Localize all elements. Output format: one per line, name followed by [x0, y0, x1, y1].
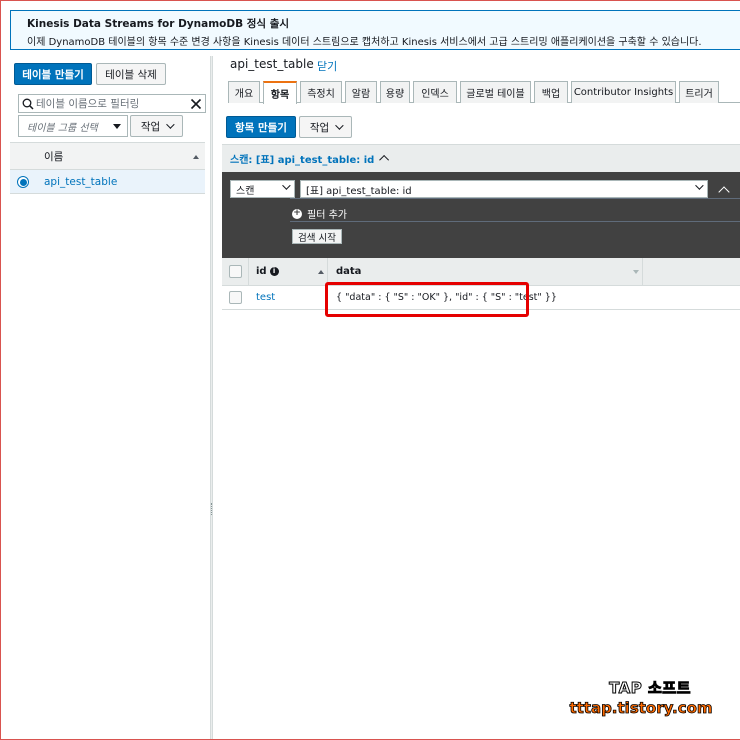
tab-items[interactable]: 항목	[263, 81, 297, 104]
caret-down-icon	[113, 124, 121, 129]
watermark: TAP 소프트 tttap.tistory.com	[561, 677, 721, 718]
table-filter-input[interactable]	[34, 97, 190, 110]
column-id-label: id	[256, 266, 267, 277]
table-list-panel: 테이블 만들기 테이블 삭제 테이블 그룹 선택 작업 이름	[10, 56, 206, 739]
tab-capacity[interactable]: 용량	[380, 81, 410, 103]
scan-query-panel: 스캔 [표] api_test_table: id + 필터 추가 검색 시작	[222, 172, 740, 258]
banner-title: Kinesis Data Streams for DynamoDB 정식 출시	[27, 18, 290, 30]
announcement-banner: Kinesis Data Streams for DynamoDB 정식 출시 …	[10, 10, 740, 50]
row-checkbox[interactable]	[229, 291, 242, 304]
tab-backups[interactable]: 백업	[534, 81, 568, 103]
scan-mode-value: 스캔	[236, 185, 255, 197]
tab-indexes[interactable]: 인덱스	[413, 81, 457, 103]
scan-target-select[interactable]: [표] api_test_table: id	[300, 180, 708, 198]
app-frame: Kinesis Data Streams for DynamoDB 정식 출시 …	[0, 0, 740, 740]
watermark-line1: TAP 소프트	[609, 679, 691, 698]
resize-grip-icon	[211, 503, 213, 515]
highlight-box	[325, 282, 529, 317]
column-separator	[248, 258, 249, 285]
column-separator	[642, 258, 643, 285]
item-actions-label: 작업	[309, 121, 330, 134]
info-icon[interactable]: i	[269, 266, 279, 276]
left-actions-button[interactable]: 작업	[130, 115, 183, 137]
chevron-down-icon	[282, 181, 291, 190]
panel-divider	[290, 198, 740, 199]
select-all-checkbox[interactable]	[229, 265, 242, 278]
selected-table-title: api_test_table	[230, 57, 314, 71]
add-filter-label: 필터 추가	[307, 210, 347, 221]
chevron-up-icon	[379, 154, 390, 165]
plus-circle-icon: +	[292, 208, 302, 219]
table-list-header[interactable]: 이름	[10, 142, 205, 170]
detail-tabs: 개요 항목 측정치 알람 용량 인덱스 글로벌 테이블 백업 Contribut…	[228, 81, 740, 104]
table-select-radio[interactable]	[17, 176, 29, 188]
tab-alarms[interactable]: 알람	[345, 81, 377, 103]
table-list-item-name: api_test_table	[44, 175, 118, 188]
item-id-link[interactable]: test	[256, 292, 275, 303]
column-id-header[interactable]: id i	[256, 266, 279, 277]
add-filter-link[interactable]: + 필터 추가	[292, 206, 347, 221]
chevron-down-icon	[166, 120, 175, 129]
chevron-down-icon	[335, 121, 344, 130]
scan-section-header[interactable]: 스캔: [표] api_test_table: id	[222, 144, 740, 172]
table-group-select-label: 테이블 그룹 선택	[27, 122, 98, 134]
sort-desc-icon	[633, 270, 639, 274]
column-name-header: 이름	[44, 150, 64, 163]
clear-icon[interactable]	[190, 98, 202, 110]
table-filter-box	[18, 94, 206, 113]
tab-contributor-insights[interactable]: Contributor Insights	[571, 81, 676, 103]
tab-metrics[interactable]: 측정치	[300, 81, 342, 103]
close-link[interactable]: 닫기	[317, 58, 337, 74]
start-search-button[interactable]: 검색 시작	[292, 229, 342, 244]
column-data-header[interactable]: data	[336, 266, 361, 277]
item-actions-button[interactable]: 작업	[299, 116, 352, 138]
collapse-chevron-icon[interactable]	[718, 186, 730, 198]
panel-divider	[290, 221, 740, 222]
delete-table-button[interactable]: 테이블 삭제	[96, 63, 166, 85]
search-icon	[22, 98, 34, 110]
table-list: 이름 api_test_table	[10, 142, 205, 194]
tab-overview[interactable]: 개요	[228, 81, 260, 103]
watermark-line2: tttap.tistory.com	[569, 699, 713, 718]
scan-target-value: [표] api_test_table: id	[306, 185, 412, 197]
tab-triggers[interactable]: 트리거	[679, 81, 719, 103]
scan-mode-select[interactable]: 스캔	[230, 180, 295, 198]
sort-asc-icon	[193, 155, 199, 159]
panel-resize-divider[interactable]	[210, 56, 213, 739]
scan-header-label: 스캔: [표] api_test_table: id	[230, 155, 375, 166]
create-table-button[interactable]: 테이블 만들기	[14, 63, 92, 85]
table-detail-panel: api_test_table 닫기 개요 항목 측정치 알람 용량 인덱스 글로…	[220, 56, 740, 739]
left-actions-label: 작업	[140, 120, 161, 133]
column-separator	[327, 258, 328, 285]
banner-text: 이제 DynamoDB 테이블의 항목 수준 변경 사항을 Kinesis 데이…	[27, 37, 702, 48]
sort-asc-icon	[318, 270, 324, 274]
tab-global-tables[interactable]: 글로벌 테이블	[460, 81, 531, 103]
chevron-down-icon	[695, 181, 704, 190]
create-item-button[interactable]: 항목 만들기	[226, 116, 296, 138]
table-group-select[interactable]: 테이블 그룹 선택	[18, 115, 128, 137]
table-list-item[interactable]: api_test_table	[10, 170, 205, 194]
